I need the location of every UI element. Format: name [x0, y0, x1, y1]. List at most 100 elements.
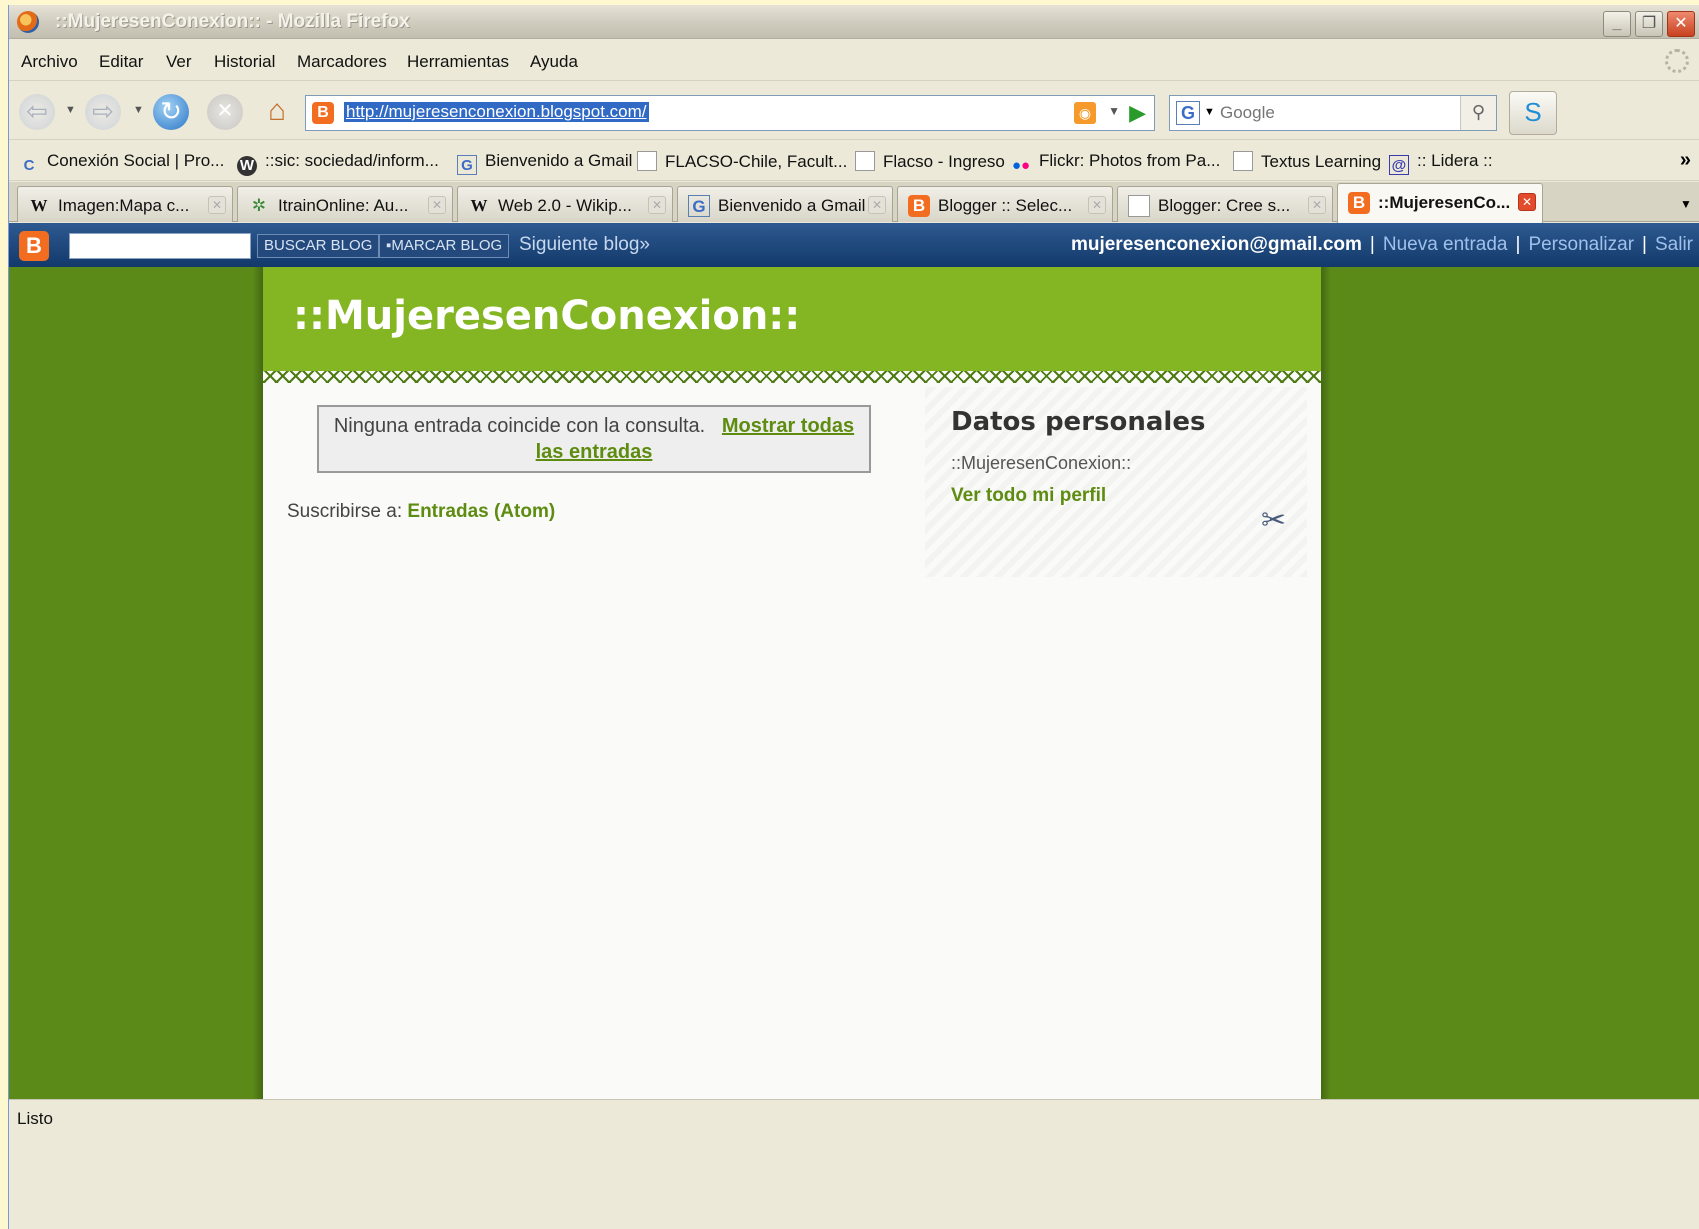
- header-divider: [263, 371, 1321, 383]
- more-bookmarks-chevron-icon[interactable]: »: [1680, 149, 1691, 172]
- tab-imagen-mapa[interactable]: W Imagen:Mapa c... ✕: [17, 186, 233, 222]
- bookmark-textus[interactable]: Textus Learning: [1233, 151, 1381, 172]
- rss-feed-icon[interactable]: ◉: [1074, 102, 1096, 124]
- page-icon: [1128, 195, 1150, 217]
- blogger-logo-icon[interactable]: B: [19, 231, 49, 261]
- search-input[interactable]: [1220, 101, 1452, 125]
- wikipedia-icon: W: [30, 196, 48, 215]
- bookmark-flacso-chile[interactable]: FLACSO-Chile, Facult...: [637, 151, 847, 172]
- edit-tools-icon[interactable]: ✂: [1261, 503, 1286, 538]
- menu-ver[interactable]: Ver: [166, 52, 192, 72]
- blog-search-input[interactable]: [69, 233, 251, 259]
- user-email: mujeresenconexion@gmail.com: [1070, 234, 1362, 255]
- bookmark-sic[interactable]: W::sic: sociedad/inform...: [237, 151, 439, 176]
- tab-close-icon[interactable]: ✕: [868, 196, 886, 214]
- shadow: [253, 267, 263, 1099]
- stop-button[interactable]: ✕: [207, 94, 243, 130]
- navigation-toolbar: ⇦ ▼ ⇨ ▼ ↻ ✕ ⌂ B http://mujeresenconexion…: [9, 82, 1699, 140]
- home-button[interactable]: ⌂: [259, 94, 295, 130]
- atom-feed-link[interactable]: Entradas (Atom): [407, 501, 555, 522]
- bookmark-lidera[interactable]: @:: Lidera ::: [1389, 151, 1493, 175]
- profile-name: ::MujeresenConexion::: [951, 453, 1132, 473]
- tab-close-icon[interactable]: ✕: [1308, 196, 1326, 214]
- forward-button[interactable]: ⇨: [85, 94, 121, 130]
- bookmark-label: ::sic: sociedad/inform...: [265, 151, 439, 170]
- bookmark-label: Bienvenido a Gmail: [485, 151, 633, 170]
- blog-title[interactable]: ::MujeresenConexion::: [293, 293, 800, 339]
- close-button[interactable]: ✕: [1667, 11, 1695, 37]
- back-arrow-icon: ⇦: [26, 96, 48, 126]
- google-g-icon: G: [688, 195, 710, 217]
- tab-label: Imagen:Mapa c...: [58, 196, 190, 215]
- bookmark-flickr[interactable]: ●● Flickr: Photos from Pa...: [1011, 151, 1220, 176]
- profile-heading: Datos personales: [951, 407, 1206, 437]
- view-profile-link[interactable]: Ver todo mi perfil: [951, 485, 1106, 507]
- bookmark-label: Flacso - Ingreso: [883, 152, 1005, 171]
- forward-arrow-icon: ⇨: [92, 96, 114, 126]
- forward-history-dropdown-icon[interactable]: ▼: [133, 104, 144, 116]
- blog-container: ::MujeresenConexion:: Ninguna entrada co…: [263, 267, 1321, 1099]
- tab-label: Blogger: Cree s...: [1158, 196, 1291, 215]
- menu-editar[interactable]: Editar: [99, 52, 143, 72]
- tab-mujeresenconexion[interactable]: B ::MujeresenCo... ✕: [1337, 183, 1543, 223]
- minimize-button[interactable]: _: [1603, 11, 1631, 37]
- new-post-link[interactable]: Nueva entrada: [1383, 234, 1508, 255]
- flickr-icon: ●●: [1011, 157, 1031, 174]
- tab-label: Web 2.0 - Wikip...: [498, 196, 632, 215]
- go-arrow-icon[interactable]: ▶: [1129, 100, 1146, 126]
- flag-blog-label: MARCAR BLOG: [391, 237, 503, 254]
- bookmark-conexion-social[interactable]: C Conexión Social | Pro...: [19, 151, 225, 176]
- url-history-dropdown-icon[interactable]: ▼: [1108, 104, 1120, 118]
- tab-close-icon[interactable]: ✕: [1088, 196, 1106, 214]
- bookmark-flacso-ingreso[interactable]: Flacso - Ingreso: [855, 151, 1005, 172]
- blogger-navbar: B BUSCAR BLOG ▪MARCAR BLOG Siguiente blo…: [9, 223, 1699, 267]
- menu-ayuda[interactable]: Ayuda: [530, 52, 578, 72]
- next-blog-link[interactable]: Siguiente blog»: [519, 234, 650, 256]
- tab-list-dropdown-icon[interactable]: ▼: [1673, 186, 1699, 222]
- google-g-icon: G: [457, 155, 477, 175]
- tab-close-icon[interactable]: ✕: [428, 196, 446, 214]
- page-icon: [637, 151, 657, 171]
- search-blog-button[interactable]: BUSCAR BLOG: [257, 234, 380, 258]
- at-sign-icon: @: [1389, 155, 1409, 175]
- bookmark-label: FLACSO-Chile, Facult...: [665, 152, 848, 171]
- back-history-dropdown-icon[interactable]: ▼: [65, 104, 76, 116]
- bookmark-gmail[interactable]: G Bienvenido a Gmail: [457, 151, 632, 175]
- blogger-favicon-icon: B: [312, 102, 334, 124]
- subscribe-label: Suscribirse a:: [287, 501, 403, 522]
- tab-blogger-cree[interactable]: Blogger: Cree s... ✕: [1117, 186, 1333, 222]
- search-button[interactable]: ⚲: [1460, 96, 1496, 130]
- menu-archivo[interactable]: Archivo: [21, 52, 78, 72]
- status-bar: Listo: [9, 1099, 1699, 1135]
- address-url[interactable]: http://mujeresenconexion.blogspot.com/: [344, 102, 649, 122]
- bookmarks-toolbar: C Conexión Social | Pro... W::sic: socied…: [9, 141, 1699, 181]
- tab-close-icon[interactable]: ✕: [208, 196, 226, 214]
- reload-button[interactable]: ↻: [153, 94, 189, 130]
- sign-out-link[interactable]: Salir: [1655, 234, 1693, 255]
- tab-close-icon[interactable]: ✕: [1518, 193, 1536, 211]
- skype-button[interactable]: S: [1509, 91, 1557, 135]
- tab-web20[interactable]: W Web 2.0 - Wikip... ✕: [457, 186, 673, 222]
- tab-gmail[interactable]: G Bienvenido a Gmail ✕: [677, 186, 893, 222]
- menu-historial[interactable]: Historial: [214, 52, 275, 72]
- status-text: Listo: [17, 1109, 53, 1128]
- bookmark-c-icon: C: [23, 157, 35, 174]
- itrain-icon: ✲: [251, 196, 267, 215]
- address-bar[interactable]: B http://mujeresenconexion.blogspot.com/…: [305, 95, 1155, 131]
- restore-button[interactable]: ❐: [1635, 11, 1663, 37]
- google-engine-icon[interactable]: G: [1176, 101, 1200, 125]
- no-results-text: Ninguna entrada coincide con la consulta…: [333, 415, 706, 437]
- engine-dropdown-icon[interactable]: ▼: [1204, 106, 1215, 118]
- tab-itrainonline[interactable]: ✲ ItrainOnline: Au... ✕: [237, 186, 453, 222]
- back-button[interactable]: ⇦: [19, 94, 55, 130]
- customize-link[interactable]: Personalizar: [1528, 234, 1634, 255]
- flag-blog-button[interactable]: ▪MARCAR BLOG: [379, 234, 510, 258]
- menu-marcadores[interactable]: Marcadores: [297, 52, 387, 72]
- search-box: G ▼ ⚲: [1169, 95, 1497, 131]
- tab-blogger-selec[interactable]: B Blogger :: Selec... ✕: [897, 186, 1113, 222]
- tab-close-icon[interactable]: ✕: [648, 196, 666, 214]
- firefox-icon: [17, 11, 39, 33]
- tab-strip: W Imagen:Mapa c... ✕ ✲ ItrainOnline: Au.…: [9, 182, 1699, 223]
- menu-herramientas[interactable]: Herramientas: [407, 52, 509, 72]
- blog-header: ::MujeresenConexion::: [263, 267, 1321, 377]
